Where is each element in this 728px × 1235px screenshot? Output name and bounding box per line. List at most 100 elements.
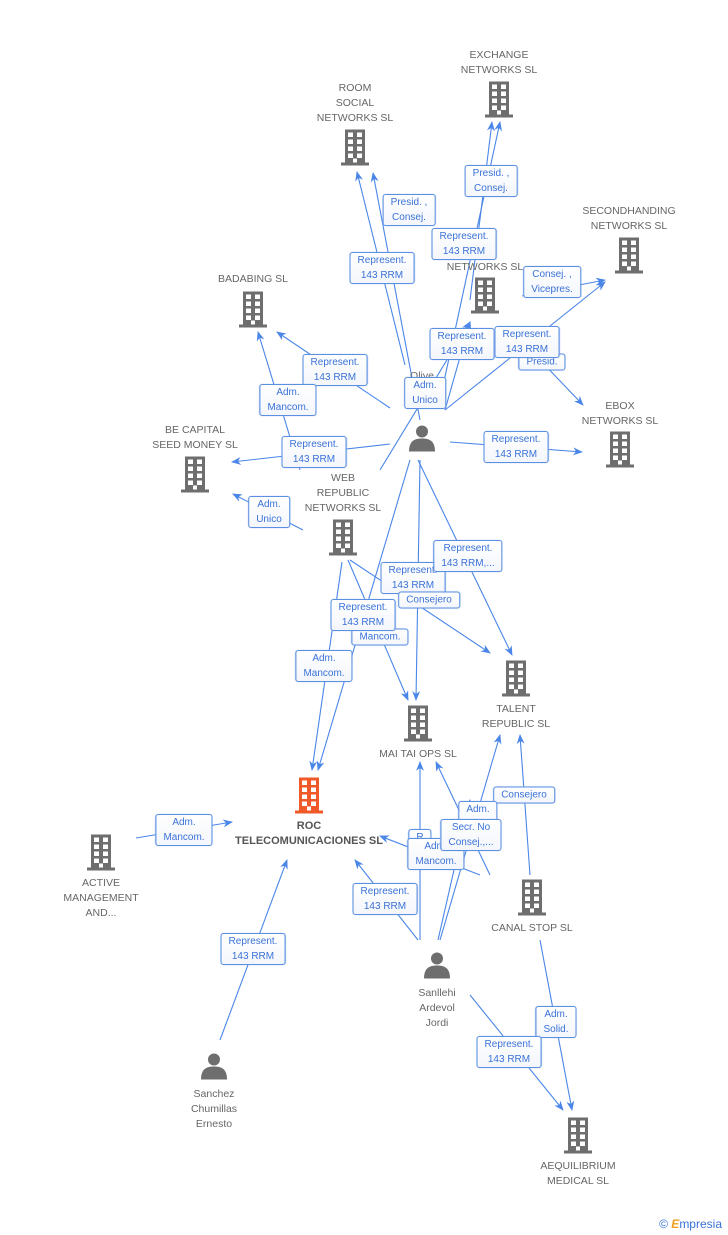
node-label-active[interactable]: ACTIVE MANAGEMENT AND... [63, 876, 138, 921]
node-label-aequi[interactable]: AEQUILIBRIUM MEDICAL SL [540, 1159, 615, 1189]
relation-label-line: Consej. [474, 183, 508, 194]
node-label-roc[interactable]: ROC TELECOMUNICACIONES SL [235, 819, 383, 849]
relation-label[interactable]: Represent. 143 RRM [220, 933, 286, 965]
relation-label[interactable]: Represent. 143 RRM [302, 354, 368, 386]
relation-label-line: Adm. [466, 804, 490, 815]
node-label-line: AND... [85, 907, 117, 919]
building-icon[interactable] [484, 81, 514, 123]
relation-label-line: Adm. [276, 387, 300, 398]
building-icon[interactable] [614, 237, 644, 279]
relation-label[interactable]: Consej. , Vicepres. [523, 266, 581, 298]
node-label-web[interactable]: WEB REPUBLIC NETWORKS SL [305, 471, 381, 516]
building-icon[interactable] [86, 834, 116, 876]
building-icon[interactable] [563, 1117, 593, 1159]
node-label-line: Ardevol [419, 1002, 455, 1014]
relation-label[interactable]: Represent. 143 RRM [431, 228, 497, 260]
relation-label[interactable]: Represent. 143 RRM [349, 252, 415, 284]
node-label-canal[interactable]: CANAL STOP SL [491, 921, 573, 936]
building-icon[interactable] [605, 431, 635, 473]
node-label-sanllehi[interactable]: Sanllehi Ardevol Jordi [418, 986, 455, 1031]
relation-label-line: 143 RRM [363, 901, 407, 912]
relation-label[interactable]: Represent. 143 RRM [281, 436, 347, 468]
node-label-maitai[interactable]: MAI TAI OPS SL [379, 747, 457, 762]
relation-label-line: Represent. [338, 602, 388, 613]
relation-label-line: Unico [256, 514, 282, 525]
relation-label[interactable]: Adm. Solid. [535, 1006, 577, 1038]
building-icon[interactable] [238, 291, 268, 333]
node-label-line: ROC [296, 820, 322, 832]
building-icon[interactable] [501, 660, 531, 702]
relation-label-line: Unico [412, 395, 438, 406]
relation-label[interactable]: Represent. 143 RRM [483, 431, 549, 463]
relation-label[interactable]: Represent. 143 RRM [330, 599, 396, 631]
relation-label-line: Represent. [228, 936, 278, 947]
person-icon[interactable] [200, 1052, 228, 1085]
building-icon[interactable] [517, 879, 547, 921]
node-label-line: ACTIVE [82, 877, 120, 889]
relation-label[interactable]: Consejero [493, 786, 555, 804]
relation-label-line: 143 RRM [231, 951, 275, 962]
relation-label[interactable]: Represent. 143 RRM,... [433, 540, 503, 572]
node-label-second[interactable]: SECONDHANDING NETWORKS SL [582, 204, 675, 234]
building-icon[interactable] [403, 705, 433, 747]
relation-label-line: Vicepres. [531, 284, 573, 295]
node-label-line: EBOX [605, 400, 635, 412]
relation-label-line: Represent. [437, 331, 487, 342]
relation-label-line: Consej. , [532, 269, 572, 280]
building-icon[interactable] [180, 456, 210, 498]
node-label-line: NETWORKS SL [316, 112, 394, 124]
relation-label-line: 143 RRM [440, 346, 484, 357]
relation-label-line: Adm. [544, 1009, 568, 1020]
person-icon[interactable] [408, 424, 436, 457]
relation-label-line: Represent. [388, 565, 438, 576]
node-label-talent[interactable]: TALENT REPUBLIC SL [482, 702, 550, 732]
relation-label[interactable]: Secr. No Consej.,... [440, 819, 502, 851]
relation-label-line: 143 RRM [341, 617, 385, 628]
building-icon[interactable] [328, 519, 358, 561]
node-label-line: MANAGEMENT [63, 892, 139, 904]
node-label-line: MAI TAI OPS SL [379, 748, 457, 760]
node-label-line: MEDICAL SL [546, 1175, 610, 1187]
relation-label-line: Consej. [392, 212, 426, 223]
node-label-sanchez[interactable]: Sanchez Chumillas Ernesto [191, 1087, 237, 1132]
relation-label-line: Adm. [413, 380, 437, 391]
building-icon[interactable] [340, 129, 370, 171]
relation-label[interactable]: Adm. Mancom. [259, 384, 317, 416]
person-icon[interactable] [423, 951, 451, 984]
relation-label[interactable]: Mancom. [351, 628, 409, 646]
relation-label-line: Represent. [357, 255, 407, 266]
brand-footer[interactable]: © Empresia [659, 1217, 722, 1231]
relation-label-line: Adm. [257, 499, 281, 510]
relation-label[interactable]: Presid. , Consej. [464, 165, 518, 197]
node-label-ebox[interactable]: EBOX NETWORKS SL [582, 399, 658, 429]
relation-label[interactable]: Adm. Unico [404, 377, 446, 409]
relation-label[interactable]: Adm. Mancom. [155, 814, 213, 846]
node-label-line: SEED MONEY SL [152, 439, 238, 451]
relation-label[interactable]: Represent. 143 RRM [494, 326, 560, 358]
building-icon[interactable] [470, 277, 500, 319]
building-icon[interactable] [294, 777, 324, 819]
node-label-room[interactable]: ROOM SOCIAL NETWORKS SL [317, 81, 393, 126]
copyright-symbol: © [659, 1217, 668, 1231]
relation-label-line: Mancom. [359, 631, 401, 643]
node-label-line: BADABING SL [217, 273, 289, 285]
node-label-line: Ernesto [195, 1118, 233, 1130]
relation-label-line: 143 RRM [360, 270, 404, 281]
relation-label-line: Adm. [312, 653, 336, 664]
node-label-exchange[interactable]: EXCHANGE NETWORKS SL [461, 48, 537, 78]
relation-label-line: Represent. [491, 434, 541, 445]
relation-label[interactable]: Consejero [398, 591, 460, 609]
node-label-becapital[interactable]: BE CAPITAL SEED MONEY SL [152, 423, 238, 453]
relation-label-line: Represent. [310, 357, 360, 368]
node-label-line: SOCIAL [335, 97, 375, 109]
relation-label[interactable]: Represent. 143 RRM [352, 883, 418, 915]
node-label-line: SECONDHANDING [582, 205, 676, 217]
node-label-badabing[interactable]: BADABING SL [218, 272, 288, 287]
relation-label[interactable]: Represent. 143 RRM [429, 328, 495, 360]
relation-label-line: 143 RRM [442, 246, 486, 257]
relation-label[interactable]: Adm. Unico [248, 496, 290, 528]
node-label-line: NETWORKS SL [460, 64, 538, 76]
relation-label[interactable]: Represent. 143 RRM [476, 1036, 542, 1068]
relation-label[interactable]: Adm. Mancom. [295, 650, 353, 682]
relation-label[interactable]: Presid. , Consej. [382, 194, 436, 226]
